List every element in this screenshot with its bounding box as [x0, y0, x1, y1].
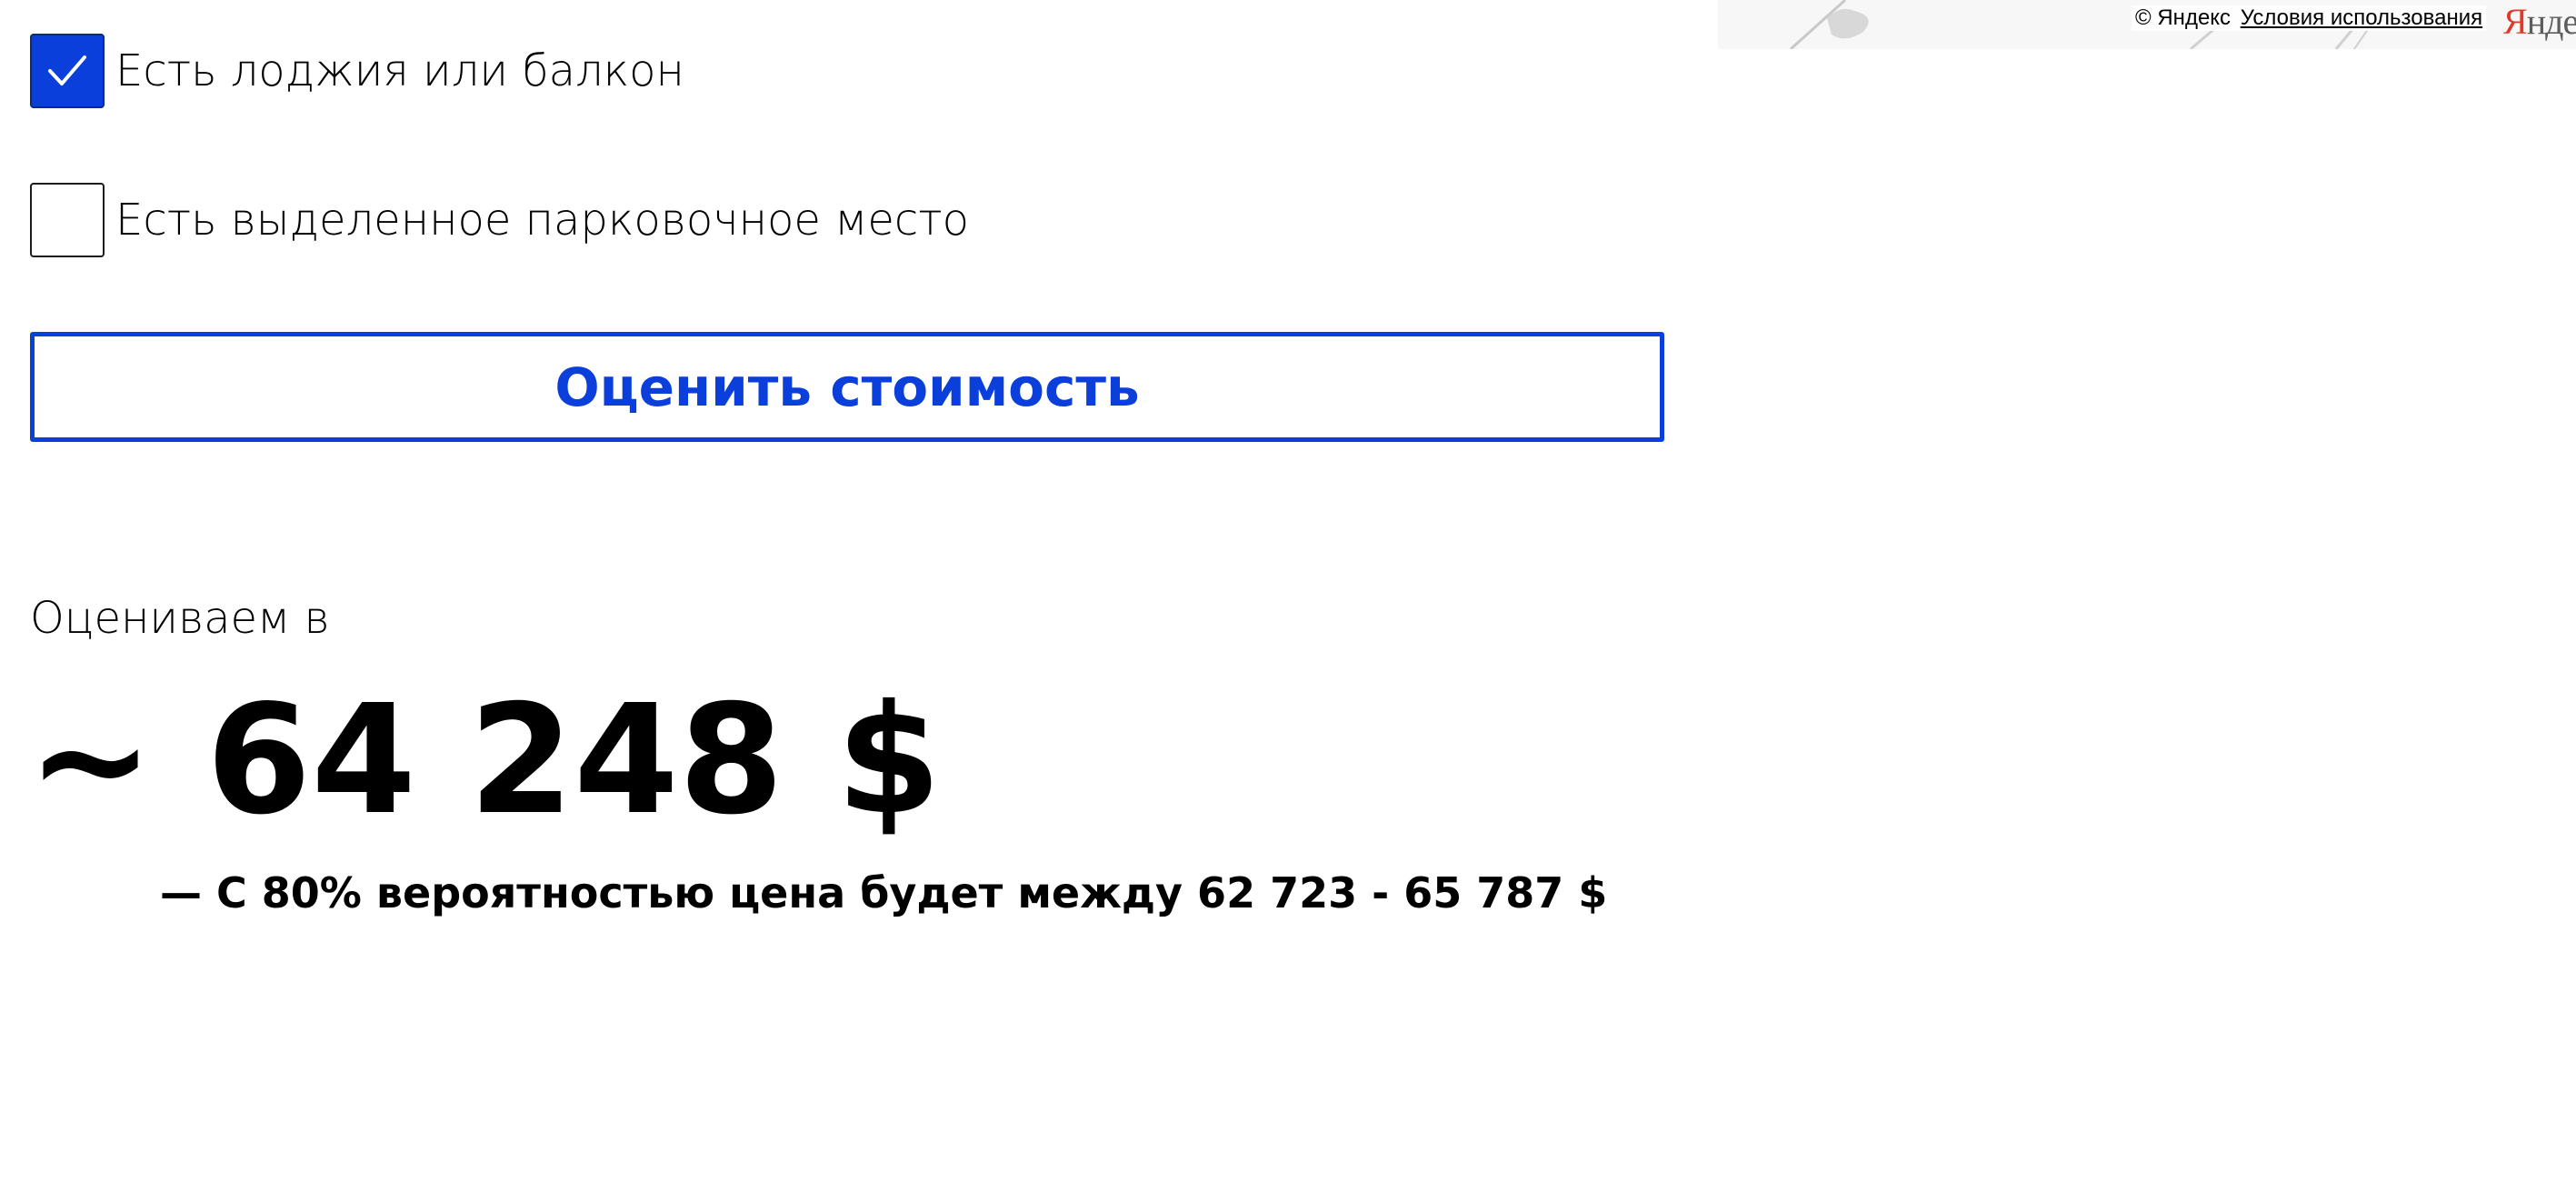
parking-label: Есть выделенное парковочное место — [115, 195, 969, 246]
yandex-logo-text: Яндекс — [2503, 1, 2576, 42]
price-range: — С 80% вероятностью цена будет между 62… — [160, 868, 1608, 917]
parking-checkbox[interactable] — [30, 183, 105, 257]
map-copyright-text: © Яндекс — [2135, 5, 2232, 30]
parking-option[interactable]: Есть выделенное парковочное место — [30, 183, 969, 257]
price-estimator-page: © Яндекс Условия использования Яндекс Ес… — [0, 0, 2576, 1193]
result-caption: Оцениваем в — [30, 593, 330, 644]
map-terms-link[interactable]: Условия использования — [2241, 5, 2482, 30]
balcony-label: Есть лоджия или балкон — [115, 45, 684, 96]
balcony-option[interactable]: Есть лоджия или балкон — [30, 34, 684, 108]
checkmark-icon — [48, 55, 86, 85]
map-preview[interactable]: © Яндекс Условия использования Яндекс — [1718, 0, 2576, 49]
estimated-price: ~ 64 248 $ — [27, 673, 942, 848]
balcony-checkbox[interactable] — [30, 34, 105, 108]
yandex-logo[interactable]: Яндекс — [2503, 0, 2576, 43]
estimate-button[interactable]: Оценить стоимость — [30, 332, 1664, 442]
map-copyright: © Яндекс Условия использования — [2132, 5, 2487, 31]
